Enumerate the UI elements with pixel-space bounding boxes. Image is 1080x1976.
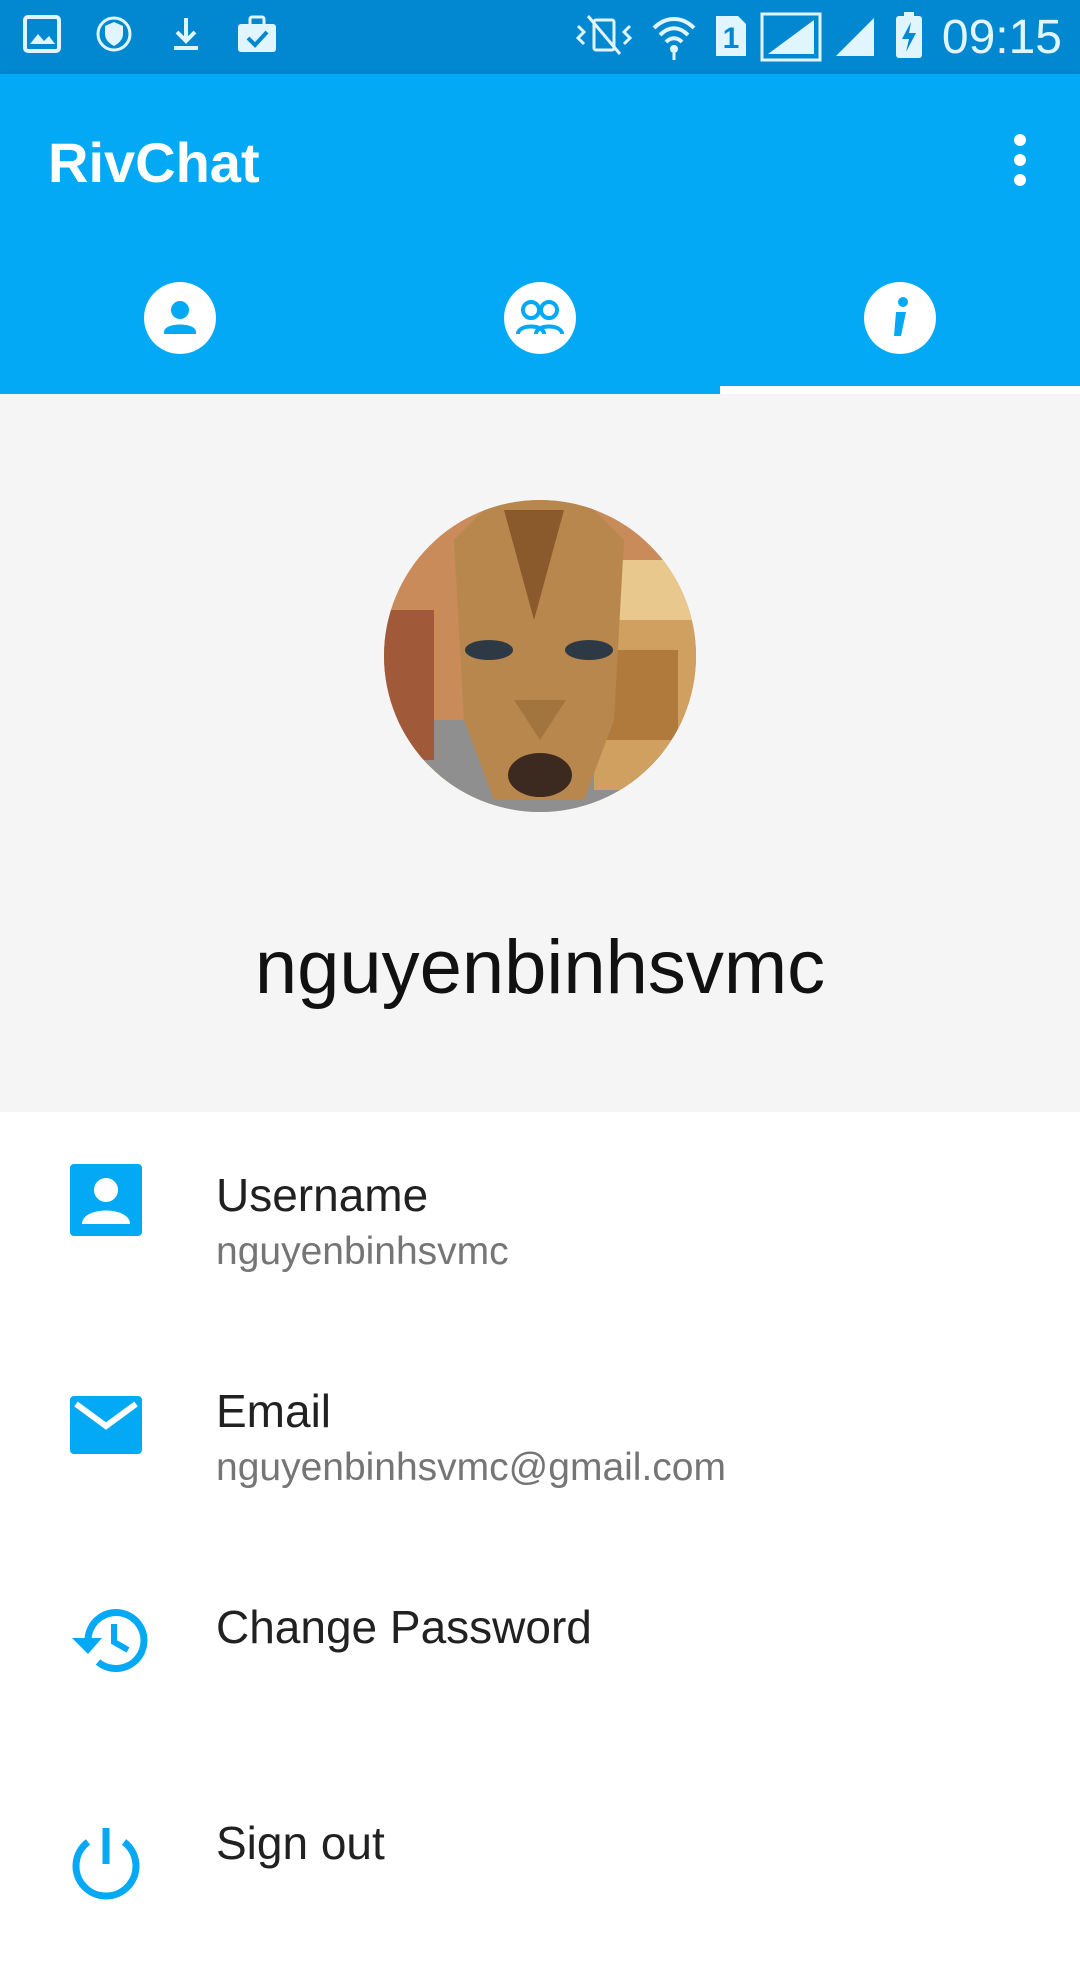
tab-indicator (720, 386, 1080, 394)
sign-out-item[interactable]: Sign out (0, 1760, 1080, 1976)
vibrate-icon (575, 15, 633, 55)
email-value: nguyenbinhsvmc@gmail.com (216, 1446, 726, 1489)
download-icon (174, 18, 198, 50)
wifi-icon (652, 17, 696, 60)
tab-groups[interactable] (360, 274, 720, 394)
avatar[interactable] (384, 500, 696, 812)
signal-icon (836, 18, 874, 56)
profile-display-name: nguyenbinhsvmc (254, 925, 826, 1010)
tab-info[interactable] (720, 274, 1080, 394)
status-time: 09:15 (941, 11, 1062, 64)
briefcase-check-icon (238, 15, 276, 52)
avatar-photo (384, 500, 696, 812)
username-value: nguyenbinhsvmc (216, 1230, 509, 1273)
profile-header: nguyenbinhsvmc (0, 394, 1080, 1112)
power-icon (72, 1828, 140, 1900)
more-options-icon[interactable] (1000, 132, 1040, 188)
status-bar: 1 09:15 (0, 0, 1080, 74)
sim-icon: 1 (716, 16, 746, 56)
sign-out-label: Sign out (216, 1817, 385, 1869)
app-title: RivChat (48, 131, 260, 194)
account-box-icon (70, 1164, 142, 1236)
info-icon (864, 282, 936, 354)
email-label: Email (216, 1385, 332, 1437)
history-icon (72, 1609, 148, 1672)
change-password-item[interactable]: Change Password (0, 1544, 1080, 1760)
vpn-shield-icon (96, 16, 132, 52)
app-bar: RivChat (0, 74, 1080, 394)
username-item[interactable]: Username nguyenbinhsvmc (0, 1112, 1080, 1328)
signal-icon (760, 12, 822, 62)
battery-charging-icon (896, 12, 922, 58)
email-icon (70, 1396, 142, 1454)
group-icon (504, 282, 576, 354)
gallery-icon (23, 15, 61, 53)
svg-text:1: 1 (723, 22, 740, 55)
username-label: Username (216, 1169, 429, 1221)
person-icon (144, 282, 216, 354)
change-password-label: Change Password (216, 1601, 592, 1653)
tab-profile[interactable] (0, 274, 360, 394)
email-item[interactable]: Email nguyenbinhsvmc@gmail.com (0, 1328, 1080, 1544)
